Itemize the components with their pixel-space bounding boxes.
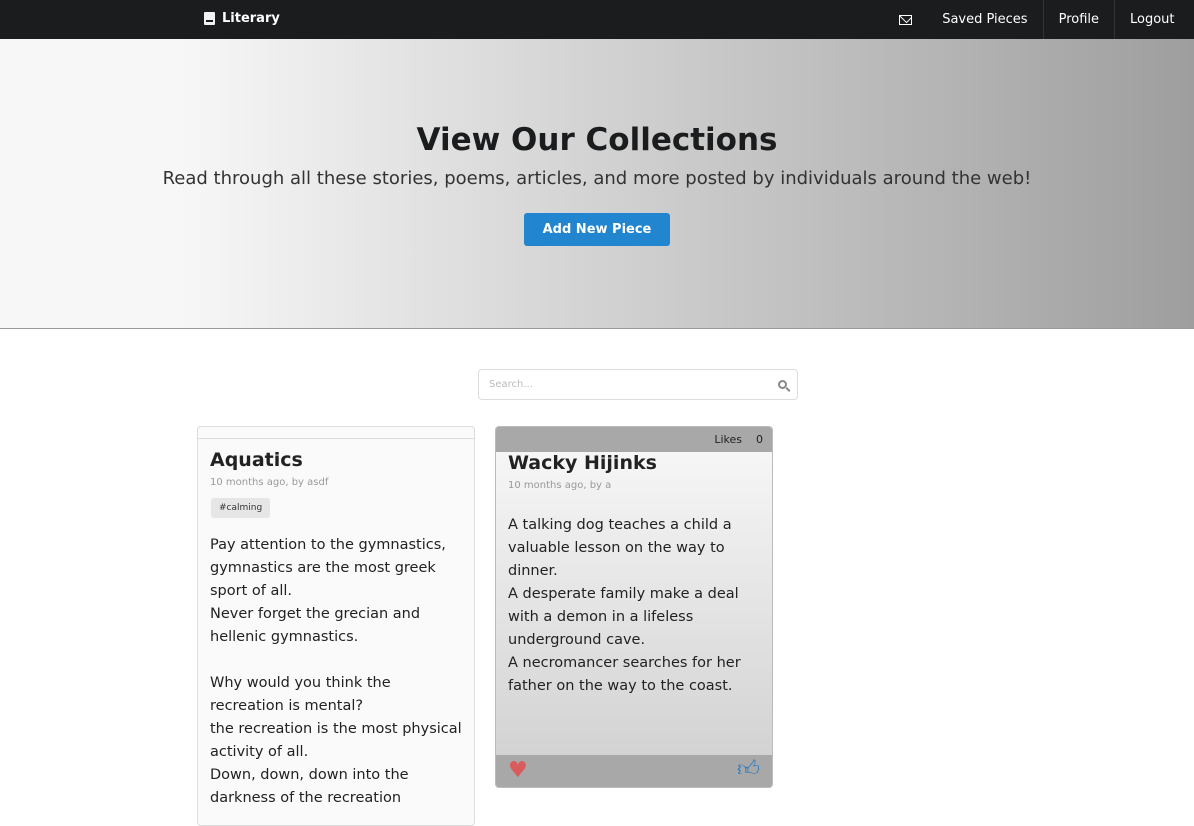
navbar: Literary Saved Pieces Profile Logout [0, 0, 1194, 39]
page-subtitle: Read through all these stories, poems, a… [162, 168, 1032, 189]
card-header [198, 427, 474, 439]
card-meta: 10 months ago, by asdf [210, 477, 329, 488]
likes-count: 0 [756, 433, 763, 446]
messages-button[interactable] [884, 0, 927, 39]
card-title[interactable]: Wacky Hijinks [496, 452, 772, 474]
heart-icon[interactable]: ♥ [508, 760, 528, 782]
search-input[interactable] [489, 379, 778, 390]
card-footer: ♥ 👍︎ [496, 755, 772, 787]
add-new-piece-button[interactable]: Add New Piece [523, 213, 671, 246]
brand-name: Literary [222, 11, 280, 26]
search-icon[interactable] [778, 380, 787, 389]
search-box [478, 369, 798, 400]
book-icon [204, 12, 215, 25]
hero: View Our Collections Read through all th… [0, 39, 1194, 329]
nav-logout[interactable]: Logout [1114, 0, 1194, 39]
likes-label: Likes [714, 433, 742, 446]
piece-card[interactable]: Aquatics 10 months ago, by asdf #calming… [197, 426, 475, 826]
card-body: A talking dog teaches a child a valuable… [508, 517, 741, 694]
page-title: View Our Collections [416, 122, 778, 158]
card-meta: 10 months ago, by a [508, 480, 612, 491]
piece-card[interactable]: Likes 0 Wacky Hijinks 10 months ago, by … [495, 426, 773, 788]
brand-link[interactable]: Literary [204, 11, 280, 26]
thumbs-up-icon[interactable]: 👍︎ [737, 758, 760, 782]
card-title[interactable]: Aquatics [198, 449, 474, 471]
card-body: Pay attention to the gymnastics, gymnast… [210, 537, 462, 806]
envelope-icon [899, 14, 913, 25]
tag-badge[interactable]: #calming [211, 498, 271, 518]
nav-saved-pieces[interactable]: Saved Pieces [927, 0, 1042, 39]
nav-profile[interactable]: Profile [1042, 0, 1114, 39]
card-likes-bar: Likes 0 [496, 427, 772, 452]
